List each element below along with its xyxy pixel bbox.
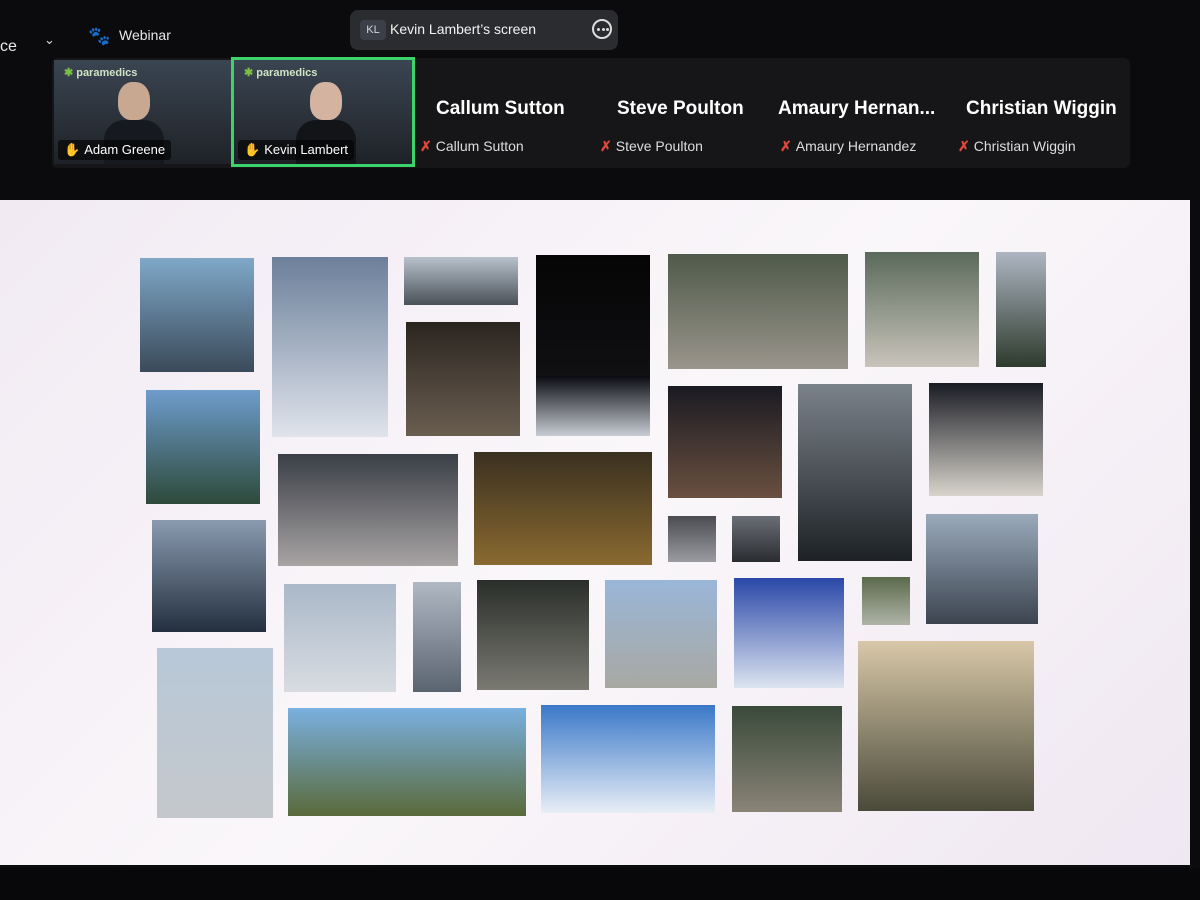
raised-hand-icon: ✋ xyxy=(244,142,261,157)
participant-name-tag: ✗ Amaury Hernandez xyxy=(780,138,917,154)
photo-helicopter-dock xyxy=(140,258,254,372)
chevron-down-icon[interactable]: ⌄ xyxy=(44,32,55,48)
photo-helicopter-snowfield xyxy=(734,578,844,688)
participant-name-tag: ✋ Kevin Lambert xyxy=(238,140,355,160)
photo-cabin-small-2 xyxy=(732,516,780,562)
participant-strip: ✱ paramedics ✋ Adam Greene ✱ paramedics ✋ Ke… xyxy=(52,57,1130,168)
photo-rocky-river xyxy=(865,252,979,367)
photo-small-green xyxy=(862,577,910,625)
screen-share-title: Kevin Lambert’s screen xyxy=(390,21,537,37)
photo-cockpit-night xyxy=(474,452,652,565)
photo-yukon-air-hangar xyxy=(605,580,717,688)
photo-clouds-from-above xyxy=(541,705,715,813)
photo-window-frost xyxy=(152,520,266,632)
photo-ambulance-plane-night xyxy=(929,383,1043,496)
mic-muted-icon: ✗ xyxy=(780,138,792,154)
shared-screen xyxy=(0,200,1190,865)
webinar-label[interactable]: Webinar xyxy=(119,27,171,43)
photo-aircraft-interior xyxy=(477,580,589,690)
college-of-paramedics-logo: ✱ paramedics xyxy=(244,67,318,79)
participant-name-tag: ✗ Christian Wiggin xyxy=(958,138,1076,154)
paw-icon: 🐾 xyxy=(88,26,111,46)
photo-helicopter-mountain xyxy=(284,584,396,692)
participant-big-name[interactable]: Amaury Hernan... xyxy=(778,98,954,120)
photo-helicopters-field xyxy=(288,708,526,816)
participant-big-name[interactable]: Callum Sutton xyxy=(436,98,565,120)
mic-muted-icon: ✗ xyxy=(958,138,970,154)
photo-plane-wing-window xyxy=(404,257,518,305)
participant-tile-adam-greene[interactable]: ✱ paramedics ✋ Adam Greene xyxy=(54,60,232,164)
toolbar-title-fragment: ce xyxy=(0,38,17,55)
participant-name-tag: ✋ Adam Greene xyxy=(58,140,172,160)
mic-muted-icon: ✗ xyxy=(600,138,612,154)
bottom-bar xyxy=(0,868,1200,900)
participant-big-name[interactable]: Christian Wiggin xyxy=(966,98,1117,120)
mic-muted-icon: ✗ xyxy=(420,138,432,154)
photo-clouds-wing-mountains xyxy=(926,514,1038,624)
presenter-avatar: KL xyxy=(360,20,386,40)
photo-equipment-interior xyxy=(798,384,912,561)
raised-hand-icon: ✋ xyxy=(64,142,81,157)
more-options-icon[interactable] xyxy=(592,19,612,39)
photo-plane-snow-night xyxy=(536,376,650,436)
participant-name-tag: ✗ Steve Poulton xyxy=(600,138,703,154)
photo-aerial-coast xyxy=(146,390,260,504)
screen-share-indicator[interactable]: KL Kevin Lambert’s screen xyxy=(350,10,618,50)
photo-helicopter-city xyxy=(157,648,273,818)
participant-tile-kevin-lambert[interactable]: ✱ paramedics ✋ Kevin Lambert xyxy=(231,57,415,167)
photo-road-trees xyxy=(996,252,1046,367)
photo-misty-inlet xyxy=(413,582,461,692)
meeting-toolbar: ce ⌄ 🐾 Webinar KL Kevin Lambert’s screen xyxy=(0,0,1200,60)
photo-helicopter-snow-forest xyxy=(272,257,388,437)
photo-crashed-vehicles xyxy=(668,254,848,369)
photo-wing-storm-clouds xyxy=(278,454,458,566)
photo-dim-wing-light xyxy=(406,322,520,436)
participant-big-name[interactable]: Steve Poulton xyxy=(617,98,744,120)
photo-helicopter-beach xyxy=(732,706,842,812)
participant-name-tag: ✗ Callum Sutton xyxy=(420,138,524,154)
photo-cabin-small-1 xyxy=(668,516,716,562)
photo-dusk-plane-runway xyxy=(668,386,782,498)
photo-crew-sunset-plane xyxy=(858,641,1034,811)
college-of-paramedics-logo: ✱ paramedics xyxy=(64,67,138,79)
